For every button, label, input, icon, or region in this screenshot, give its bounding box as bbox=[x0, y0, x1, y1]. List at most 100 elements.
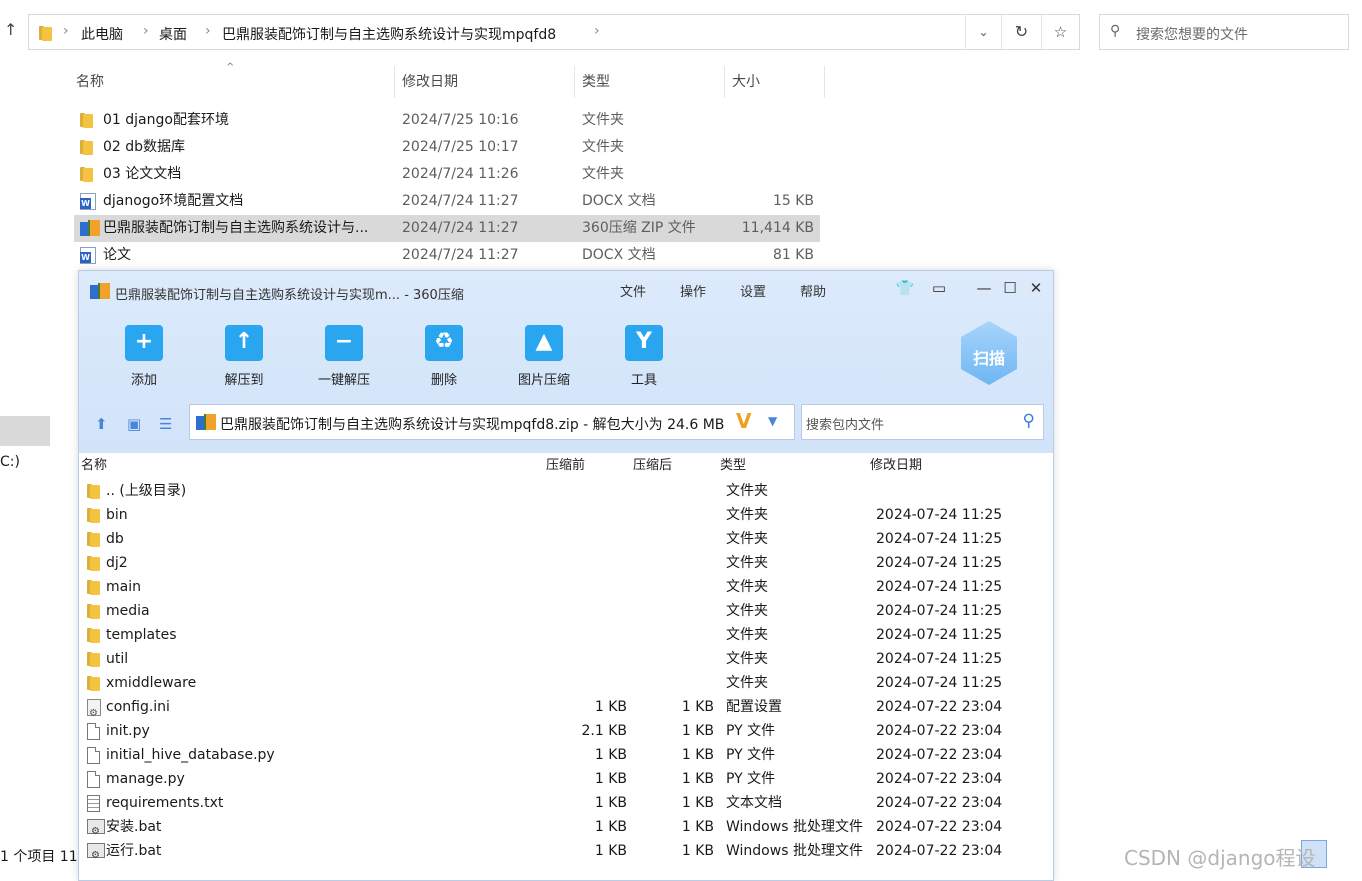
file-row[interactable]: 论文 2024/7/24 11:27 DOCX 文档 81 KB bbox=[74, 242, 820, 269]
column-divider[interactable] bbox=[574, 66, 575, 98]
archive-entry-row[interactable]: media 文件夹 2024-07-24 11:25 bbox=[79, 599, 1053, 623]
sidebar-drive-c[interactable]: C:) bbox=[0, 454, 20, 470]
entry-name: 安装.bat bbox=[106, 819, 162, 835]
list-view-icon[interactable]: ☰ bbox=[159, 415, 172, 433]
search-icon[interactable]: ⚲ bbox=[1023, 411, 1035, 431]
archive-entry-row[interactable]: db 文件夹 2024-07-24 11:25 bbox=[79, 527, 1053, 551]
config-file-icon bbox=[87, 699, 101, 726]
one-click-extract-button[interactable]: − 一键解压 bbox=[304, 319, 384, 391]
archive-entry-row[interactable]: util 文件夹 2024-07-24 11:25 bbox=[79, 647, 1053, 671]
file-type: 文件夹 bbox=[582, 112, 624, 128]
text-file-icon bbox=[87, 795, 100, 812]
chevron-down-icon[interactable]: ⌄ bbox=[965, 15, 1001, 49]
column-divider[interactable] bbox=[824, 66, 825, 98]
entry-name: media bbox=[106, 603, 150, 619]
menu-settings[interactable]: 设置 bbox=[740, 281, 766, 300]
entry-date: 2024-07-24 11:25 bbox=[876, 603, 1003, 619]
file-row[interactable]: djanogo环境配置文档 2024/7/24 11:27 DOCX 文档 15… bbox=[74, 188, 820, 215]
menu-operation[interactable]: 操作 bbox=[680, 281, 706, 300]
archive-entry-row[interactable]: initial_hive_database.py 1 KB 1 KB PY 文件… bbox=[79, 743, 1053, 767]
entry-compressed-size: 1 KB bbox=[681, 747, 714, 763]
refresh-icon[interactable]: ↻ bbox=[1001, 15, 1041, 49]
entry-original-size: 2.1 KB bbox=[581, 723, 628, 739]
file-row[interactable]: 03 论文文档 2024/7/24 11:26 文件夹 bbox=[74, 161, 820, 188]
image-compress-button[interactable]: ▲ 图片压缩 bbox=[504, 319, 584, 391]
archive-entry-row[interactable]: 安装.bat 1 KB 1 KB Windows 批处理文件 2024-07-2… bbox=[79, 815, 1053, 844]
archive-entry-row[interactable]: templates 文件夹 2024-07-24 11:25 bbox=[79, 623, 1053, 647]
tools-hexagon-icon: Y bbox=[625, 325, 663, 361]
add-button[interactable]: + 添加 bbox=[104, 319, 184, 391]
menu-help[interactable]: 帮助 bbox=[800, 281, 826, 300]
entry-type: 文件夹 bbox=[726, 603, 768, 619]
file-date: 2024/7/25 10:17 bbox=[402, 139, 519, 155]
file-date: 2024/7/24 11:27 bbox=[402, 247, 519, 263]
explorer-search-input[interactable]: ⚲ 搜索您想要的文件 bbox=[1099, 14, 1349, 50]
archive-entry-row[interactable]: xmiddleware 文件夹 2024-07-24 11:25 bbox=[79, 671, 1053, 695]
archive-entry-row[interactable]: 运行.bat 1 KB 1 KB Windows 批处理文件 2024-07-2… bbox=[79, 839, 1053, 868]
zip-column-compressed[interactable]: 压缩后 bbox=[633, 455, 672, 477]
file-row-selected[interactable]: 巴鼎服装配饰订制与自主选购系统设计与... 2024/7/24 11:27 36… bbox=[74, 215, 820, 242]
column-header-name[interactable]: 名称 bbox=[76, 64, 104, 100]
archive-entry-row[interactable]: bin 文件夹 2024-07-24 11:25 bbox=[79, 503, 1053, 527]
zip-column-packed[interactable]: 压缩前 bbox=[546, 455, 585, 477]
thumbnail-view-icon[interactable]: ▣ bbox=[127, 415, 141, 433]
zip-column-type[interactable]: 类型 bbox=[720, 455, 746, 477]
archive-entry-row[interactable]: main 文件夹 2024-07-24 11:25 bbox=[79, 575, 1053, 599]
archive-search-input[interactable]: 搜索包内文件 ⚲ bbox=[801, 404, 1044, 440]
zip-column-date[interactable]: 修改日期 bbox=[870, 455, 922, 477]
zip-column-name[interactable]: 名称 bbox=[81, 455, 107, 477]
entry-type: 文件夹 bbox=[726, 579, 768, 595]
entry-date: 2024-07-22 23:04 bbox=[876, 771, 1003, 787]
entry-name: bin bbox=[106, 507, 128, 523]
archive-entry-row[interactable]: config.ini 1 KB 1 KB 配置设置 2024-07-22 23:… bbox=[79, 695, 1053, 726]
one-click-extract-icon: − bbox=[325, 325, 363, 361]
triangle-down-icon[interactable]: ▼ bbox=[768, 414, 777, 428]
entry-original-size: 1 KB bbox=[594, 699, 627, 715]
archive-entry-row[interactable]: manage.py 1 KB 1 KB PY 文件 2024-07-22 23:… bbox=[79, 767, 1053, 791]
column-divider[interactable] bbox=[724, 66, 725, 98]
breadcrumb-this-pc[interactable]: 此电脑 bbox=[81, 24, 123, 44]
extract-to-label: 解压到 bbox=[224, 373, 264, 388]
file-row[interactable]: 02 db数据库 2024/7/25 10:17 文件夹 bbox=[74, 134, 820, 161]
breadcrumb-desktop[interactable]: 桌面 bbox=[159, 24, 187, 44]
app-icon bbox=[90, 283, 110, 300]
desktop-screen: ↑ › 此电脑 › 桌面 › 巴鼎服装配饰订制与自主选购系统设计与实现mpqfd… bbox=[0, 0, 1362, 881]
tools-button[interactable]: Y 工具 bbox=[604, 319, 684, 391]
column-header-type[interactable]: 类型 bbox=[582, 64, 610, 100]
delete-button[interactable]: ♻ 删除 bbox=[404, 319, 484, 391]
minimize-icon[interactable]: — bbox=[974, 279, 994, 297]
v-badge-icon[interactable]: V bbox=[736, 409, 751, 433]
message-icon[interactable]: ▭ bbox=[929, 279, 949, 297]
up-level-icon[interactable]: ⬆ bbox=[95, 415, 108, 433]
zip-icon bbox=[196, 414, 216, 431]
archive-entry-row[interactable]: .. (上级目录) 文件夹 bbox=[79, 479, 1053, 503]
add-label: 添加 bbox=[130, 373, 157, 388]
column-header-size[interactable]: 大小 bbox=[732, 64, 760, 100]
file-row[interactable]: 01 django配套环境 2024/7/25 10:16 文件夹 bbox=[74, 107, 820, 134]
sidebar-selected-item[interactable] bbox=[0, 416, 50, 446]
maximize-icon[interactable]: ☐ bbox=[1000, 279, 1020, 297]
file-name: 论文 bbox=[103, 247, 131, 263]
extract-to-button[interactable]: ↑ 解压到 bbox=[204, 319, 284, 391]
scan-button[interactable]: 扫描 bbox=[959, 315, 1019, 391]
breadcrumb-current-folder[interactable]: 巴鼎服装配饰订制与自主选购系统设计与实现mpqfd8 bbox=[222, 24, 556, 44]
up-arrow-icon[interactable]: ↑ bbox=[4, 20, 22, 44]
favorite-star-icon[interactable]: ☆ bbox=[1041, 15, 1079, 49]
file-type: 文件夹 bbox=[582, 139, 624, 155]
archive-path-box[interactable]: 巴鼎服装配饰订制与自主选购系统设计与实现mpqfd8.zip - 解包大小为 2… bbox=[189, 404, 795, 440]
one-click-extract-label: 一键解压 bbox=[317, 373, 370, 388]
entry-date: 2024-07-22 23:04 bbox=[876, 747, 1003, 763]
menu-file[interactable]: 文件 bbox=[620, 281, 646, 300]
skin-shirt-icon[interactable]: 👕 bbox=[895, 279, 915, 297]
entry-date: 2024-07-24 11:25 bbox=[876, 531, 1003, 547]
file-name: 02 db数据库 bbox=[103, 139, 186, 155]
column-header-date[interactable]: 修改日期 bbox=[402, 64, 458, 100]
archive-entry-row[interactable]: init.py 2.1 KB 1 KB PY 文件 2024-07-22 23:… bbox=[79, 719, 1053, 743]
entry-date: 2024-07-24 11:25 bbox=[876, 651, 1003, 667]
close-icon[interactable]: ✕ bbox=[1026, 279, 1046, 297]
extract-folder-icon: ↑ bbox=[225, 325, 263, 361]
archive-entry-row[interactable]: requirements.txt 1 KB 1 KB 文本文档 2024-07-… bbox=[79, 791, 1053, 815]
archive-entry-row[interactable]: dj2 文件夹 2024-07-24 11:25 bbox=[79, 551, 1053, 575]
column-divider[interactable] bbox=[394, 66, 395, 98]
address-box[interactable]: › 此电脑 › 桌面 › 巴鼎服装配饰订制与自主选购系统设计与实现mpqfd8 … bbox=[28, 14, 1080, 50]
